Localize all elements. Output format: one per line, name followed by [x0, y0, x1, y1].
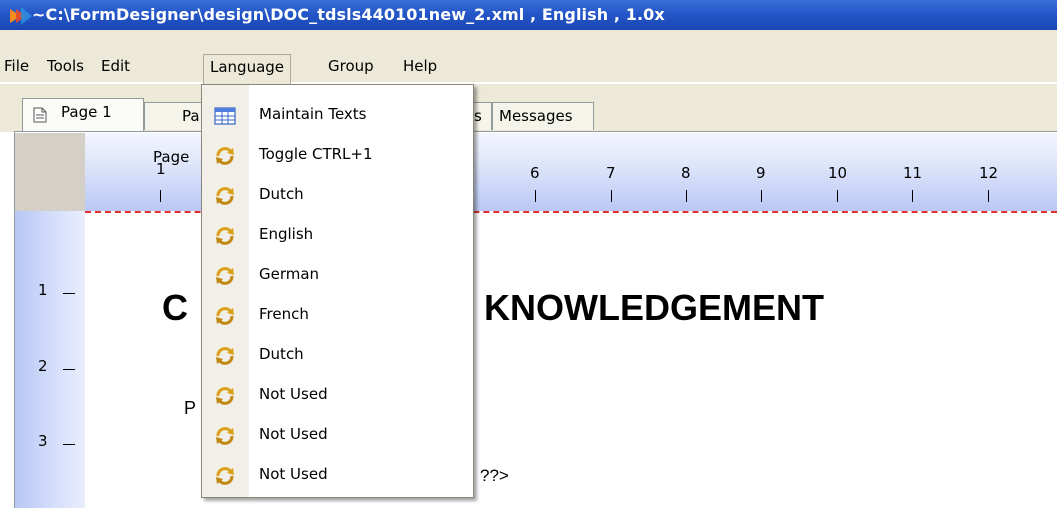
switch-icon — [216, 307, 234, 325]
app-logo-icon — [10, 7, 32, 25]
title-bar: ~C:\FormDesigner\design\DOC_tdsls440101n… — [0, 0, 1057, 30]
ruler-tick — [63, 293, 75, 294]
ruler-tick — [837, 190, 838, 202]
switch-icon — [216, 347, 234, 365]
menu-item-label: English — [259, 225, 314, 243]
tab-page-2-label: Pa — [182, 107, 200, 125]
ruler-number: 8 — [681, 164, 691, 182]
menu-item-french[interactable]: French — [202, 295, 473, 335]
window-title: ~C:\FormDesigner\design\DOC_tdsls440101n… — [32, 5, 665, 24]
menu-item-dutch-2[interactable]: Dutch — [202, 335, 473, 375]
switch-icon — [216, 227, 234, 245]
ruler-tick — [686, 190, 687, 202]
tab-hidden-label: s — [474, 107, 482, 125]
tab-page-1-label: Page 1 — [61, 103, 112, 121]
tab-messages[interactable]: Messages — [492, 102, 594, 130]
ruler-tick — [535, 190, 536, 202]
switch-icon — [216, 467, 234, 485]
ruler-tick — [63, 369, 75, 370]
menu-item-label: Not Used — [259, 385, 328, 403]
document-field-placeholder[interactable]: ??> — [480, 466, 509, 486]
menu-edit[interactable]: Edit — [95, 54, 136, 78]
menu-item-label: Dutch — [259, 345, 304, 363]
menu-item-label: French — [259, 305, 309, 323]
ruler-number: 11 — [903, 164, 923, 182]
switch-icon — [216, 387, 234, 405]
document-text-fragment[interactable]: P — [184, 398, 196, 419]
menu-item-german[interactable]: German — [202, 255, 473, 295]
ruler-number: 3 — [38, 432, 48, 450]
ruler-tick — [63, 444, 75, 445]
menu-file[interactable]: File — [0, 54, 35, 78]
ruler-number: 10 — [828, 164, 848, 182]
ruler-number: 1 — [38, 281, 48, 299]
ruler-number: 1 — [156, 160, 166, 178]
switch-icon — [216, 427, 234, 445]
menu-item-label: Toggle CTRL+1 — [259, 145, 373, 163]
menu-item-not-used-3[interactable]: Not Used — [202, 455, 473, 495]
document-heading-right[interactable]: KNOWLEDGEMENT — [484, 287, 824, 329]
document-heading-left[interactable]: C — [162, 287, 188, 329]
menu-help[interactable]: Help — [397, 54, 443, 78]
switch-icon — [216, 147, 234, 165]
ruler-corner — [15, 133, 85, 211]
switch-icon — [216, 267, 234, 285]
menu-bar — [0, 30, 1057, 82]
tab-page-1[interactable]: Page 1 — [22, 98, 144, 132]
tab-messages-label: Messages — [499, 107, 573, 125]
menu-item-label: Not Used — [259, 425, 328, 443]
ruler-number: 7 — [606, 164, 616, 182]
ruler-tick — [988, 190, 989, 202]
menu-item-not-used-2[interactable]: Not Used — [202, 415, 473, 455]
vertical-ruler — [15, 211, 85, 508]
menu-item-label: Maintain Texts — [259, 105, 367, 123]
ruler-tick — [611, 190, 612, 202]
menu-item-toggle[interactable]: Toggle CTRL+1 — [202, 135, 473, 175]
menu-item-not-used-1[interactable]: Not Used — [202, 375, 473, 415]
tab-hidden[interactable]: s — [472, 102, 492, 130]
menu-item-label: Dutch — [259, 185, 304, 203]
menu-group[interactable]: Group — [322, 54, 380, 78]
table-icon — [214, 107, 236, 125]
menu-item-dutch[interactable]: Dutch — [202, 175, 473, 215]
menu-item-english[interactable]: English — [202, 215, 473, 255]
menu-item-label: Not Used — [259, 465, 328, 483]
language-menu: Maintain Texts Toggle CTRL+1 Dutch Engli… — [201, 84, 474, 498]
ruler-number: 12 — [979, 164, 999, 182]
ruler-tick — [761, 190, 762, 202]
menu-tools[interactable]: Tools — [41, 54, 90, 78]
ruler-tick — [160, 190, 161, 202]
ruler-number: 2 — [38, 357, 48, 375]
menu-language[interactable]: Language — [203, 54, 292, 84]
menu-item-maintain-texts[interactable]: Maintain Texts — [202, 95, 473, 135]
ruler-number: 6 — [530, 164, 540, 182]
document-icon — [33, 107, 47, 123]
switch-icon — [216, 187, 234, 205]
ruler-tick — [912, 190, 913, 202]
ruler-number: 9 — [756, 164, 766, 182]
tab-page-2[interactable]: Pa — [144, 102, 204, 130]
menu-item-label: German — [259, 265, 320, 283]
